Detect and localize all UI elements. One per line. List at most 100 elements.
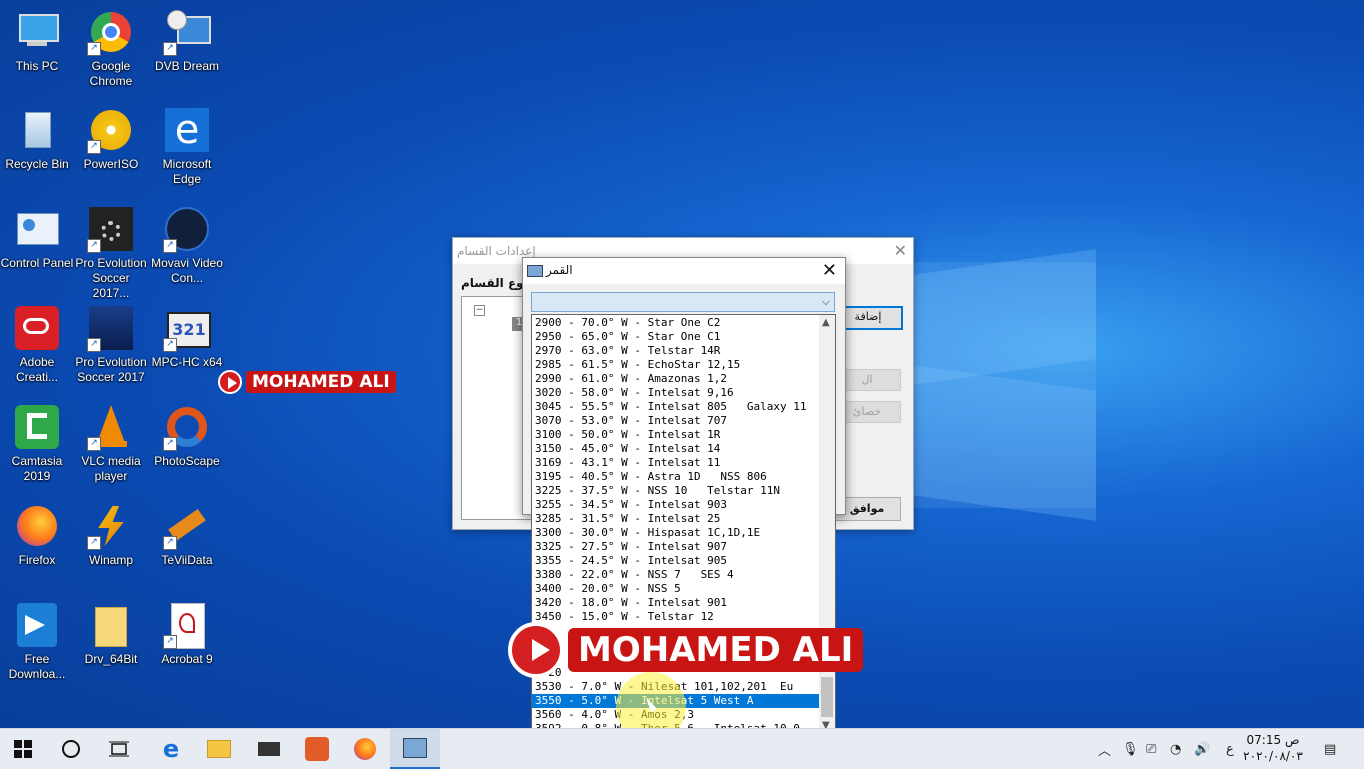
desktop-icon-winamp[interactable]: ↗ Winamp xyxy=(74,502,148,568)
satellite-list-item[interactable]: 3195 - 40.5° W - Astra 1D NSS 806 xyxy=(532,470,821,484)
camtasia-icon xyxy=(305,737,329,761)
microphone-icon[interactable]: 🎙 xyxy=(1122,729,1139,769)
search-button[interactable] xyxy=(48,729,94,769)
desktop-icon-dvb-dream[interactable]: ↗ DVB Dream xyxy=(150,8,224,74)
satellite-list-item[interactable]: 3070 - 53.0° W - Intelsat 707 xyxy=(532,414,821,428)
desktop-icon-mpc-hc[interactable]: 321 ↗ MPC-HC x64 xyxy=(150,304,224,370)
desktop-icon-pes[interactable]: ↗ Pro Evolution Soccer 2017 xyxy=(74,304,148,385)
desktop-icon-drv64[interactable]: Drv_64Bit xyxy=(74,601,148,667)
network-device-icon[interactable]: ⎚ xyxy=(1146,729,1156,769)
wifi-icon[interactable]: ◔ xyxy=(1170,729,1181,769)
close-icon[interactable]: ✕ xyxy=(894,241,907,260)
satellite-list-item[interactable]: 3255 - 34.5° W - Intelsat 903 xyxy=(532,498,821,512)
satellite-list-item[interactable]: 3380 - 22.0° W - NSS 7 SES 4 xyxy=(532,568,821,582)
camtasia-icon xyxy=(13,403,61,451)
play-icon xyxy=(218,370,242,394)
satellite-list-item[interactable]: 3169 - 43.1° W - Intelsat 11 xyxy=(532,456,821,470)
desktop-icon-control-panel[interactable]: Control Panel xyxy=(0,205,74,271)
dialog-titlebar: القمر ✕ xyxy=(523,258,845,284)
satellite-list-item[interactable]: 3150 - 45.0° W - Intelsat 14 xyxy=(532,442,821,456)
desktop-icon-free-download[interactable]: Free Downloa... xyxy=(0,601,74,682)
clock[interactable]: 07:15 ص ٢٠٢٠/٠٨/٠٣ xyxy=(1238,732,1308,764)
desktop-icon-poweriso[interactable]: ↗ PowerISO xyxy=(74,106,148,172)
taskbar-dvb-dream[interactable] xyxy=(390,729,440,769)
scroll-thumb[interactable] xyxy=(821,677,833,717)
satellite-list-item[interactable]: 3020 - 58.0° W - Intelsat 9,16 xyxy=(532,386,821,400)
play-icon xyxy=(508,622,564,678)
taskbar-firefox[interactable] xyxy=(342,729,388,769)
firefox-icon xyxy=(13,502,61,550)
desktop-icon-acrobat[interactable]: ↗ Acrobat 9 xyxy=(150,601,224,667)
section-type-label: نوع القسام xyxy=(461,276,529,290)
control-panel-icon xyxy=(13,205,61,253)
taskbar-edge[interactable]: e xyxy=(148,729,194,769)
winamp-icon: ↗ xyxy=(87,502,135,550)
desktop-icon-recycle-bin[interactable]: Recycle Bin xyxy=(0,106,74,172)
desktop-icon-camtasia[interactable]: Camtasia 2019 xyxy=(0,403,74,484)
desktop-icon-chrome[interactable]: ↗ Google Chrome xyxy=(74,8,148,89)
folder-icon xyxy=(207,740,231,758)
vlc-icon: ↗ xyxy=(87,403,135,451)
desktop-icon-vlc[interactable]: ↗ VLC media player xyxy=(74,403,148,484)
watermark-small: MOHAMED ALI xyxy=(218,369,396,395)
satellite-list-item[interactable]: 3300 - 30.0° W - Hispasat 1C,1D,1E xyxy=(532,526,821,540)
satellite-combobox[interactable]: ⌵ xyxy=(531,292,835,312)
free-download-icon xyxy=(13,601,61,649)
desktop-icon-firefox[interactable]: Firefox xyxy=(0,502,74,568)
clock-time: 07:15 ص xyxy=(1246,733,1300,747)
volume-icon[interactable]: 🔊 xyxy=(1194,729,1210,769)
desktop-icon-teviidata[interactable]: ↗ TeViiData xyxy=(150,502,224,568)
wallpaper-logo-glow xyxy=(912,262,1096,508)
dvb-dream-icon: ↗ xyxy=(163,8,211,56)
edge-icon: e xyxy=(162,735,180,763)
photoscape-icon: ↗ xyxy=(163,403,211,451)
satellite-list-item[interactable]: 3045 - 55.5° W - Intelsat 805 Galaxy 11 xyxy=(532,400,821,414)
language-indicator[interactable]: ع xyxy=(1226,729,1234,769)
satellite-list-item[interactable]: 2990 - 61.0° W - Amazonas 1,2 xyxy=(532,372,821,386)
chevron-down-icon[interactable]: ⌵ xyxy=(822,295,830,309)
dialog-title: القمر xyxy=(546,263,573,277)
taskbar-camtasia[interactable] xyxy=(294,729,340,769)
start-button[interactable] xyxy=(0,729,46,769)
satellite-list-item[interactable]: 3420 - 18.0° W - Intelsat 901 xyxy=(532,596,821,610)
satellite-list-item[interactable]: 3285 - 31.5° W - Intelsat 25 xyxy=(532,512,821,526)
satellite-list-item[interactable]: 2900 - 70.0° W - Star One C2 xyxy=(532,316,821,330)
chrome-icon: ↗ xyxy=(87,8,135,56)
close-icon[interactable]: ✕ xyxy=(822,260,837,281)
satellite-list-item[interactable]: 3325 - 27.5° W - Intelsat 907 xyxy=(532,540,821,554)
action-center-button[interactable]: ▤ xyxy=(1324,729,1336,769)
taskbar-mail[interactable] xyxy=(246,729,292,769)
recycle-bin-icon xyxy=(13,106,61,154)
satellite-list-item[interactable]: 2985 - 61.5° W - EchoStar 12,15 xyxy=(532,358,821,372)
satellite-list-item[interactable]: 2970 - 63.0° W - Telstar 14R xyxy=(532,344,821,358)
pes-settings-icon: ↗ xyxy=(87,205,135,253)
satellite-list-item[interactable]: 3100 - 50.0° W - Intelsat 1R xyxy=(532,428,821,442)
firefox-icon xyxy=(354,738,376,760)
task-view-button[interactable] xyxy=(96,729,142,769)
poweriso-icon: ↗ xyxy=(87,106,135,154)
pes-icon: ↗ xyxy=(87,304,135,352)
desktop-icon-photoscape[interactable]: ↗ PhotoScape xyxy=(150,403,224,469)
desktop-icon-pes-settings[interactable]: ↗ Pro Evolution Soccer 2017... xyxy=(74,205,148,301)
satellite-icon xyxy=(527,263,543,277)
acrobat-icon: ↗ xyxy=(163,601,211,649)
edge-icon: e xyxy=(163,106,211,154)
satellite-list-item[interactable]: 3400 - 20.0° W - NSS 5 xyxy=(532,582,821,596)
desktop-icon-edge[interactable]: e Microsoft Edge xyxy=(150,106,224,187)
desktop-icon-this-pc[interactable]: This PC xyxy=(0,8,74,74)
watermark-text: MOHAMED ALI xyxy=(568,628,864,672)
satellite-list-item[interactable]: 2950 - 65.0° W - Star One C1 xyxy=(532,330,821,344)
this-pc-icon xyxy=(13,8,61,56)
taskbar-file-explorer[interactable] xyxy=(196,729,242,769)
tree-collapse-icon[interactable]: − xyxy=(474,305,485,316)
show-hidden-icons[interactable]: ︿ xyxy=(1098,729,1111,769)
satellite-list-item[interactable]: 3355 - 24.5° W - Intelsat 905 xyxy=(532,554,821,568)
watermark-large: MOHAMED ALI xyxy=(508,622,864,678)
scroll-up-icon[interactable]: ▲ xyxy=(822,317,830,328)
satellite-list-item[interactable]: 3225 - 37.5° W - NSS 10 Telstar 11N xyxy=(532,484,821,498)
desktop-icon-adobe-cc[interactable]: Adobe Creati... xyxy=(0,304,74,385)
desktop-icon-movavi[interactable]: ↗ Movavi Video Con... xyxy=(150,205,224,286)
notification-icon: ▤ xyxy=(1324,741,1337,757)
watermark-text: MOHAMED ALI xyxy=(246,371,396,393)
clock-date: ٢٠٢٠/٠٨/٠٣ xyxy=(1243,749,1303,763)
